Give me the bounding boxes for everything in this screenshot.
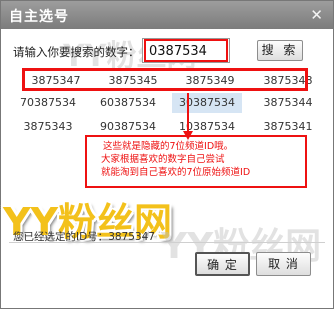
results-row-2: 70387534 60387534 30387534 3875344 [13,93,316,113]
annotation-arrow-line [187,93,189,133]
annotation-line-3: 就能淘到自己喜欢的7位原始频道ID [101,167,251,178]
select-id-dialog: 自主选号 ✕ YY粉丝网 请输入你要搜索的数字： 搜 索 3875347 387… [0,0,334,309]
search-button[interactable]: 搜 索 [257,40,303,61]
result-cell[interactable]: 3875344 [253,93,323,113]
dialog-titlebar[interactable]: 自主选号 ✕ [1,1,333,29]
input-highlight-box [144,39,228,62]
cancel-button[interactable]: 取 消 [256,252,311,276]
result-cell[interactable]: 90387534 [93,117,163,137]
result-cell[interactable]: 60387534 [93,93,163,113]
annotation-note: 这些就是隐藏的7位频道ID哦。 大家根据喜欢的数字自己尝试 就能淘到自己喜欢的7… [85,135,307,188]
annotation-line-2: 大家根据喜欢的数字自己尝试 [101,154,225,165]
ok-button[interactable]: 确 定 [195,252,250,276]
dialog-title: 自主选号 [9,9,69,25]
results-row-3: 3875343 90387534 10387534 3875341 [13,117,316,137]
footer-divider [9,242,325,243]
close-icon[interactable]: ✕ [310,6,323,24]
result-cell[interactable]: 3875341 [253,117,323,137]
result-cell-selected[interactable]: 30387534 [172,93,242,113]
result-cell[interactable]: 70387534 [13,93,83,113]
result-cell[interactable]: 3875343 [13,117,83,137]
search-prompt-label: 请输入你要搜索的数字： [13,45,140,59]
annotation-line-1: 这些就是隐藏的7位频道ID哦。 [103,141,234,152]
row-highlight-box [22,68,308,91]
